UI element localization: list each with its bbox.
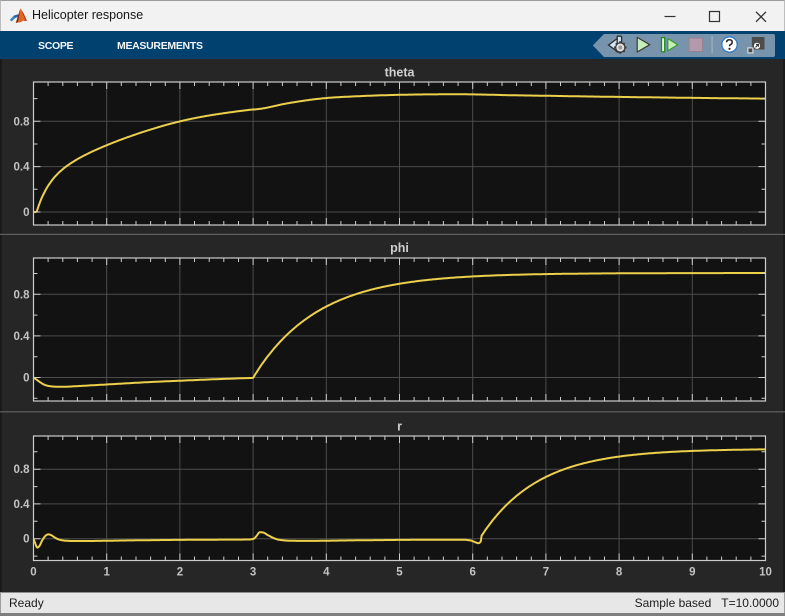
svg-text:4: 4 — [323, 567, 330, 579]
svg-text:0.8: 0.8 — [14, 464, 31, 476]
svg-text:0: 0 — [30, 567, 36, 579]
svg-text:0.8: 0.8 — [14, 116, 31, 128]
svg-text:5: 5 — [396, 567, 403, 579]
svg-text:phi: phi — [390, 241, 409, 255]
svg-text:2: 2 — [177, 567, 183, 579]
svg-text:0.8: 0.8 — [14, 289, 31, 301]
svg-text:theta: theta — [385, 66, 416, 80]
svg-text:9: 9 — [689, 567, 695, 579]
svg-text:0.4: 0.4 — [14, 499, 31, 511]
svg-text:1: 1 — [103, 567, 110, 579]
svg-text:0: 0 — [23, 207, 29, 219]
svg-text:0.4: 0.4 — [14, 331, 31, 343]
svg-text:6: 6 — [469, 567, 475, 579]
svg-text:7: 7 — [543, 567, 549, 579]
svg-text:0: 0 — [23, 373, 29, 385]
svg-text:8: 8 — [616, 567, 623, 579]
svg-text:10: 10 — [759, 567, 772, 579]
svg-text:0: 0 — [23, 534, 29, 546]
svg-text:r: r — [397, 420, 402, 434]
svg-text:3: 3 — [250, 567, 256, 579]
svg-text:0.4: 0.4 — [14, 162, 31, 174]
